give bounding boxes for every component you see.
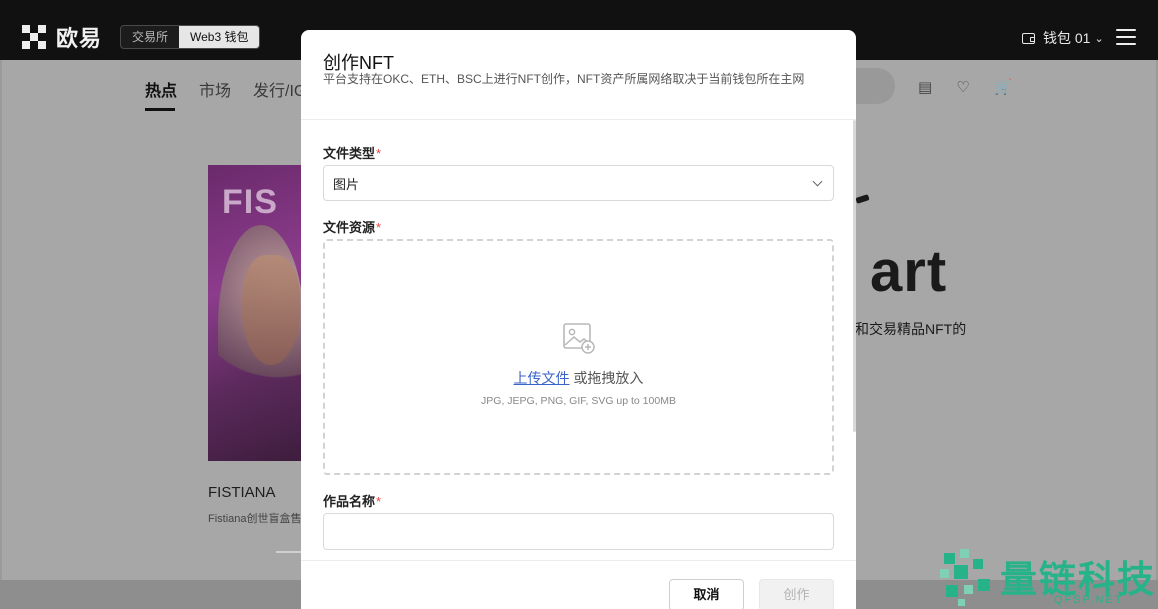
- file-type-select[interactable]: 图片: [323, 165, 834, 201]
- hamburger-menu-icon[interactable]: [1116, 29, 1136, 45]
- create-button[interactable]: 创作: [759, 579, 834, 609]
- hero-title[interactable]: FISTIANA: [208, 484, 276, 501]
- required-mark: *: [376, 220, 382, 235]
- marketplace-subnav: 热点 市场 发行/IG: [145, 77, 306, 101]
- upload-file-link[interactable]: 上传文件: [514, 370, 570, 386]
- dialog-header-divider: [301, 119, 856, 120]
- upload-format-hint: JPG, JEPG, PNG, GIF, SVG up to 100MB: [481, 395, 676, 407]
- hero-subtitle: Fistiana创世盲盒售: [208, 513, 302, 525]
- hero-headline-sub: 和交易精品NFT的: [855, 321, 967, 337]
- hero-nft-image[interactable]: FIS: [208, 165, 304, 461]
- hero-image-tag: FIS: [222, 183, 278, 221]
- subnav-item-launch[interactable]: 发行/IG: [253, 77, 306, 101]
- okx-logo[interactable]: 欧易: [22, 24, 103, 51]
- nav-icons: ▤ ♡ 🛒: [918, 78, 1012, 96]
- subnav-item-market[interactable]: 市场: [199, 77, 231, 101]
- chevron-down-icon: ⌄: [1094, 32, 1104, 45]
- file-type-label: 文件类型*: [323, 146, 382, 161]
- create-nft-dialog: 创作NFT 平台支持在OKC、ETH、BSC上进行NFT创作，NFT资产所属网络…: [301, 30, 856, 609]
- hero-headline: art: [870, 239, 948, 304]
- image-upload-icon: [563, 323, 595, 354]
- chevron-down-icon: [812, 176, 823, 186]
- dialog-footer-divider: [301, 560, 856, 561]
- carousel-indicator[interactable]: [276, 551, 302, 553]
- cancel-button[interactable]: 取消: [669, 579, 744, 609]
- orders-icon[interactable]: ▤: [918, 78, 932, 96]
- watermark-subtext: QFSP.NET: [1054, 594, 1124, 606]
- work-name-label: 作品名称*: [323, 494, 382, 509]
- tab-exchange[interactable]: 交易所: [121, 26, 179, 48]
- subnav-item-hot[interactable]: 热点: [145, 77, 177, 101]
- tab-web3-wallet[interactable]: Web3 钱包: [179, 26, 260, 48]
- required-mark: *: [376, 146, 382, 161]
- wallet-icon: [1022, 32, 1035, 44]
- work-name-input[interactable]: [323, 513, 834, 550]
- heart-icon[interactable]: ♡: [956, 78, 969, 96]
- watermark-logo-icon: [940, 549, 990, 606]
- file-source-label: 文件资源*: [323, 220, 382, 235]
- watermark: 量链科技 QFSP.NET: [938, 549, 1158, 609]
- upload-drag-text: 或拖拽放入: [573, 370, 644, 386]
- wallet-selector[interactable]: 钱包 01 ⌄: [1022, 28, 1104, 48]
- required-mark: *: [376, 494, 382, 509]
- upload-prompt: 上传文件 或拖拽放入: [325, 368, 832, 388]
- wallet-label: 钱包 01: [1043, 30, 1091, 46]
- file-upload-dropzone[interactable]: 上传文件 或拖拽放入 JPG, JEPG, PNG, GIF, SVG up t…: [323, 239, 834, 475]
- subnav-active-indicator: [145, 108, 175, 111]
- file-type-value: 图片: [333, 176, 360, 192]
- mode-switch: 交易所 Web3 钱包: [120, 25, 261, 49]
- brand-name: 欧易: [56, 26, 103, 51]
- logo-mark-icon: [22, 25, 46, 49]
- dialog-scrollbar[interactable]: [853, 120, 856, 432]
- cart-icon[interactable]: 🛒: [994, 78, 1013, 96]
- dialog-description: 平台支持在OKC、ETH、BSC上进行NFT创作，NFT资产所属网络取决于当前钱…: [323, 72, 805, 86]
